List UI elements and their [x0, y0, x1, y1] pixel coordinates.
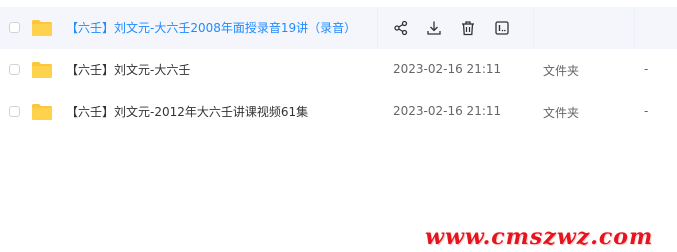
folder-icon: [32, 62, 52, 78]
more-button[interactable]: [492, 18, 512, 38]
modified-time: 2023-02-16 21:11: [393, 62, 502, 76]
column-divider: [377, 7, 378, 49]
file-list: 【六壬】刘文元-大六壬2008年面授录音19讲（录音） 【六壬】刘文元-大六壬 …: [0, 7, 677, 133]
modified-time: 2023-02-16 21:11: [393, 104, 502, 118]
file-row[interactable]: 【六壬】刘文元-大六壬 2023-02-16 21:11 文件夹 -: [0, 49, 677, 91]
share-icon: [394, 20, 408, 36]
column-divider: [634, 7, 635, 49]
folder-icon: [32, 104, 52, 120]
file-name[interactable]: 【六壬】刘文元-2012年大六壬讲课视频61集: [66, 103, 308, 120]
file-row[interactable]: 【六壬】刘文元-大六壬2008年面授录音19讲（录音）: [0, 7, 677, 49]
more-icon: [495, 21, 509, 35]
delete-icon: [462, 21, 474, 36]
download-button[interactable]: [424, 18, 444, 38]
folder-icon: [32, 20, 52, 36]
watermark-text: www.cmszwz.com: [425, 224, 654, 250]
file-type: 文件夹: [543, 64, 580, 78]
share-button[interactable]: [391, 18, 411, 38]
row-checkbox[interactable]: [9, 64, 20, 75]
file-name[interactable]: 【六壬】刘文元-大六壬2008年面授录音19讲（录音）: [66, 19, 356, 36]
file-name[interactable]: 【六壬】刘文元-大六壬: [66, 61, 190, 78]
delete-button[interactable]: [458, 18, 478, 38]
file-size: -: [644, 104, 649, 118]
file-type: 文件夹: [543, 106, 580, 120]
file-row[interactable]: 【六壬】刘文元-2012年大六壬讲课视频61集 2023-02-16 21:11…: [0, 91, 677, 133]
row-checkbox[interactable]: [9, 22, 20, 33]
file-size: -: [644, 62, 649, 76]
download-icon: [427, 21, 441, 35]
column-divider: [533, 7, 534, 49]
row-checkbox[interactable]: [9, 106, 20, 117]
